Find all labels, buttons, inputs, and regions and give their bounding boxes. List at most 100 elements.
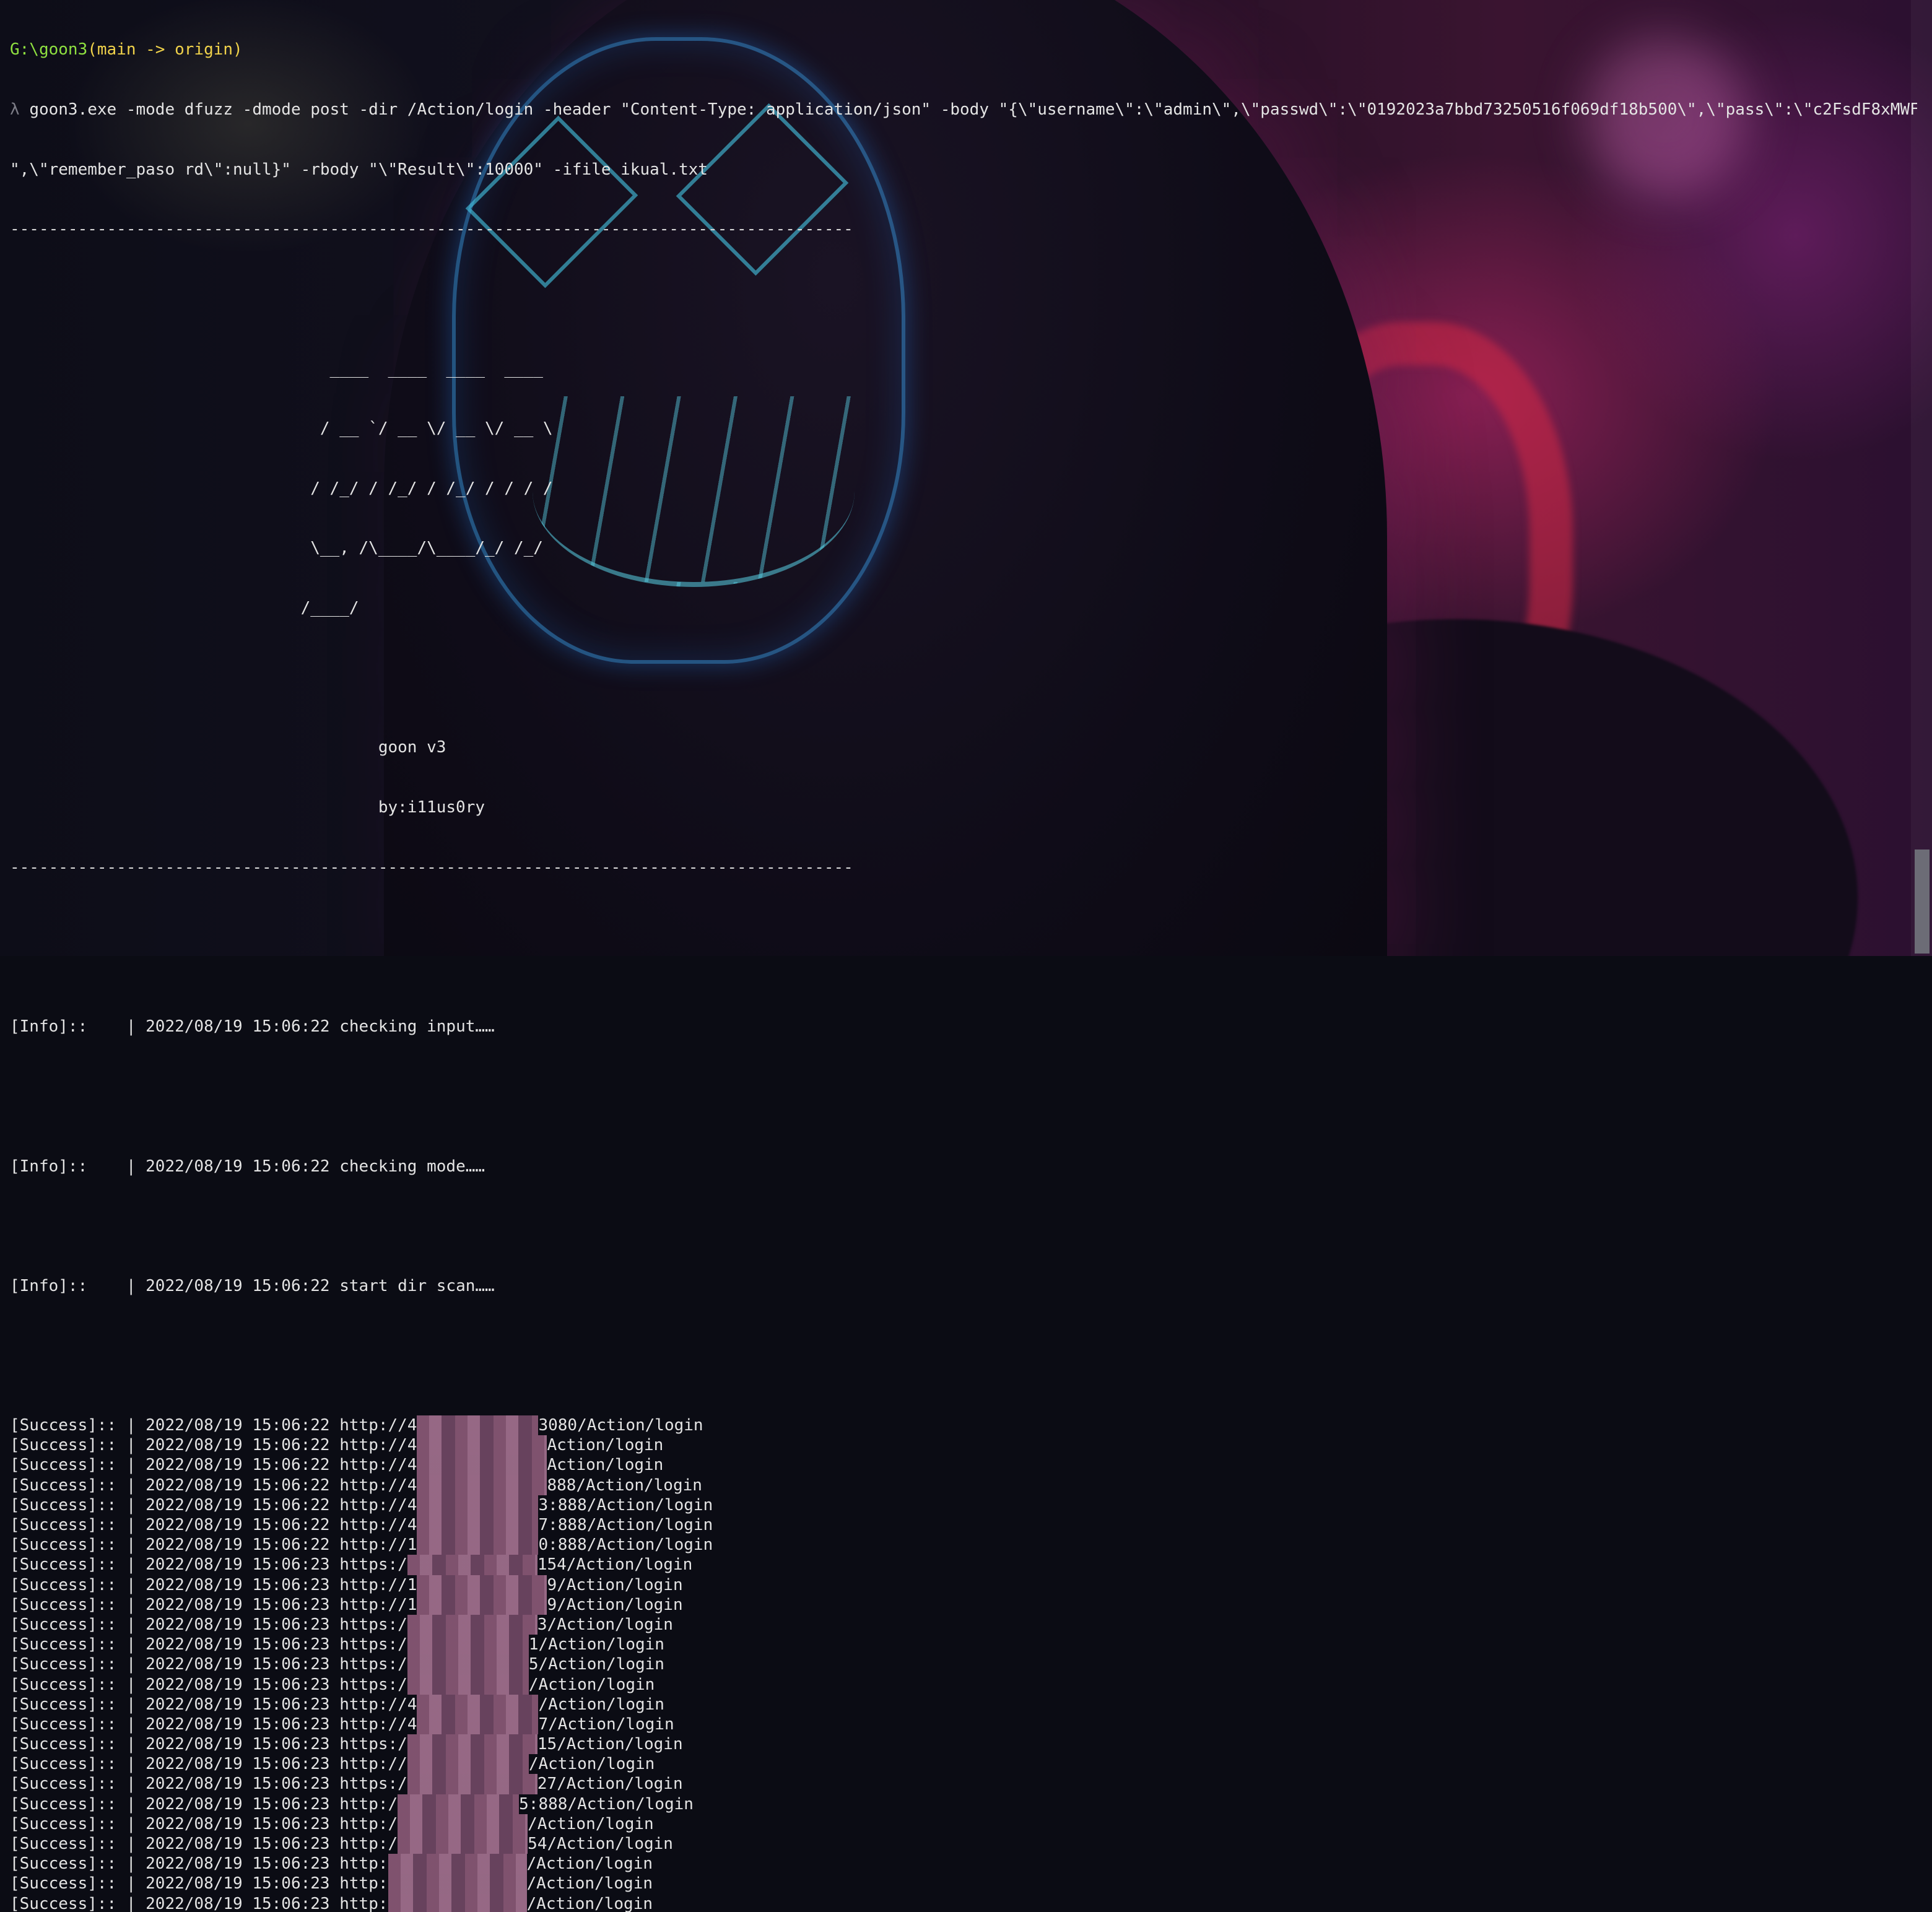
log-tag: [Success]:: | [10,1695,136,1714]
divider-top: ----------------------------------------… [10,220,853,239]
terminal-output[interactable]: G:\goon3(main -> origin) λ goon3.exe -mo… [10,0,1917,1912]
command-line-1: λ goon3.exe -mode dfuzz -dmode post -dir… [10,100,1917,120]
info-line: [Info]:: | 2022/08/19 15:06:22 start dir… [10,1276,1917,1296]
log-tag: [Success]:: | [10,1516,136,1535]
url-suffix: Action/login [547,1436,664,1455]
success-line: [Success]:: | 2022/08/19 15:06:23 https:… [10,1555,1917,1575]
url-prefix: https:/ [339,1615,407,1634]
log-message: checking input…… [339,1017,495,1036]
success-line: [Success]:: | 2022/08/19 15:06:23 http:/… [10,1714,1917,1735]
scrollbar-thumb[interactable] [1915,850,1930,954]
prompt-line: G:\goon3(main -> origin) [10,40,1917,59]
success-line: [Success]:: | 2022/08/19 15:06:23 http:/… [10,1814,1917,1835]
log-time: 2022/08/19 15:06:23 [146,1755,330,1774]
redacted-host [417,1435,547,1456]
url-prefix: http://1 [339,1595,417,1614]
url-prefix: http://4 [339,1695,417,1714]
url-suffix: 7:888/Action/login [538,1516,713,1535]
redacted-host [388,1874,527,1894]
url-prefix: http:/ [339,1814,398,1833]
url-suffix: 54/Action/login [528,1835,673,1854]
log-tag: [Success]:: | [10,1735,136,1754]
redacted-host [417,1415,539,1436]
url-suffix: /Action/login [526,1854,653,1874]
url-prefix: https:/ [339,1735,407,1754]
redacted-host [417,1515,539,1536]
success-line: [Success]:: | 2022/08/19 15:06:23 http:/… [10,1874,1917,1894]
redacted-host [407,1614,537,1635]
success-line: [Success]:: | 2022/08/19 15:06:23 https:… [10,1774,1917,1794]
url-prefix: http://1 [339,1575,417,1594]
lambda-prompt-icon: λ [10,100,20,119]
log-tag: [Success]:: | [10,1615,136,1634]
url-prefix: http: [339,1854,388,1874]
url-suffix: /Action/login [526,1874,653,1893]
log-time: 2022/08/19 15:06:23 [146,1775,330,1794]
success-line: [Success]:: | 2022/08/19 15:06:23 http: /… [10,1854,1917,1874]
banner-art-line: \__, /\____/\____/_/ /_/ [10,539,543,558]
log-tag: [Success]:: | [10,1655,136,1674]
success-line: [Success]:: | 2022/08/19 15:06:22 http:/… [10,1435,1917,1456]
url-prefix: http://4 [339,1436,417,1455]
success-line: [Success]:: | 2022/08/19 15:06:23 https:… [10,1654,1917,1675]
log-time: 2022/08/19 15:06:22 [146,1536,330,1555]
log-tag: [Success]:: | [10,1475,136,1495]
log-tag: [Success]:: | [10,1456,136,1475]
redacted-host [388,1893,527,1912]
log-time: 2022/08/19 15:06:23 [146,1814,330,1833]
log-tag: [Success]:: | [10,1814,136,1833]
success-line: [Success]:: | 2022/08/19 15:06:23 http:/… [10,1834,1917,1854]
log-time: 2022/08/19 15:06:23 [146,1794,330,1814]
url-suffix: 27/Action/login [537,1775,683,1794]
log-time: 2022/08/19 15:06:22 [146,1456,330,1475]
info-line: [Info]:: | 2022/08/19 15:06:22 checking … [10,1157,1917,1176]
url-suffix: 5:888/Action/login [519,1794,694,1814]
success-line: [Success]:: | 2022/08/19 15:06:22 http:/… [10,1455,1917,1475]
url-prefix: https:/ [339,1775,407,1794]
log-time: 2022/08/19 15:06:23 [146,1615,330,1634]
prompt-path: G:\goon3 [10,40,88,59]
command-text-1: goon3.exe -mode dfuzz -dmode post -dir /… [29,100,1917,119]
log-time: 2022/08/19 15:06:23 [146,1575,330,1594]
success-line: [Success]:: | 2022/08/19 15:06:23 https:… [10,1614,1917,1635]
url-prefix: http: [339,1874,388,1893]
success-line: [Success]:: | 2022/08/19 15:06:22 http:/… [10,1515,1917,1536]
redacted-host [417,1495,539,1516]
url-suffix: /Action/login [526,1894,653,1912]
redacted-host [417,1535,539,1555]
log-tag: [Success]:: | [10,1794,136,1814]
url-prefix: https:/ [339,1675,407,1694]
redacted-host [417,1575,547,1595]
redacted-host [417,1594,547,1615]
url-prefix: http:/ [339,1835,398,1854]
log-time: 2022/08/19 15:06:22 [146,1495,330,1514]
url-prefix: https:/ [339,1555,407,1575]
url-suffix: 1/Action/login [528,1635,664,1654]
redacted-host [417,1455,547,1475]
url-prefix: http://4 [339,1475,417,1495]
log-tag: [Info]:: | [10,1017,136,1036]
banner-art-line: ____ ____ ____ ____ [10,359,543,378]
log-tag: [Success]:: | [10,1775,136,1794]
success-line: [Success]:: | 2022/08/19 15:06:23 https:… [10,1734,1917,1755]
log-time: 2022/08/19 15:06:23 [146,1854,330,1874]
success-line: [Success]:: | 2022/08/19 15:06:23 http:/… [10,1575,1917,1595]
url-suffix: 15/Action/login [537,1735,683,1754]
log-time: 2022/08/19 15:06:23 [146,1835,330,1854]
redacted-host [407,1654,529,1675]
log-time: 2022/08/19 15:06:23 [146,1675,330,1694]
log-time: 2022/08/19 15:06:22 [146,1017,330,1036]
vertical-scrollbar[interactable] [1911,0,1932,956]
divider-bottom: ----------------------------------------… [10,858,853,877]
success-line: [Success]:: | 2022/08/19 15:06:23 http:/… [10,1794,1917,1814]
url-suffix: 154/Action/login [537,1555,693,1575]
url-suffix: /Action/login [528,1755,655,1774]
log-time: 2022/08/19 15:06:23 [146,1555,330,1575]
success-line: [Success]:: | 2022/08/19 15:06:22 http:/… [10,1535,1917,1555]
success-line: [Success]:: | 2022/08/19 15:06:23 https:… [10,1635,1917,1655]
log-tag: [Info]:: | [10,1276,136,1295]
url-prefix: http:/ [339,1794,398,1814]
log-time: 2022/08/19 15:06:23 [146,1894,330,1912]
success-line: [Success]:: | 2022/08/19 15:06:22 http:/… [10,1415,1917,1436]
log-tag: [Success]:: | [10,1854,136,1874]
